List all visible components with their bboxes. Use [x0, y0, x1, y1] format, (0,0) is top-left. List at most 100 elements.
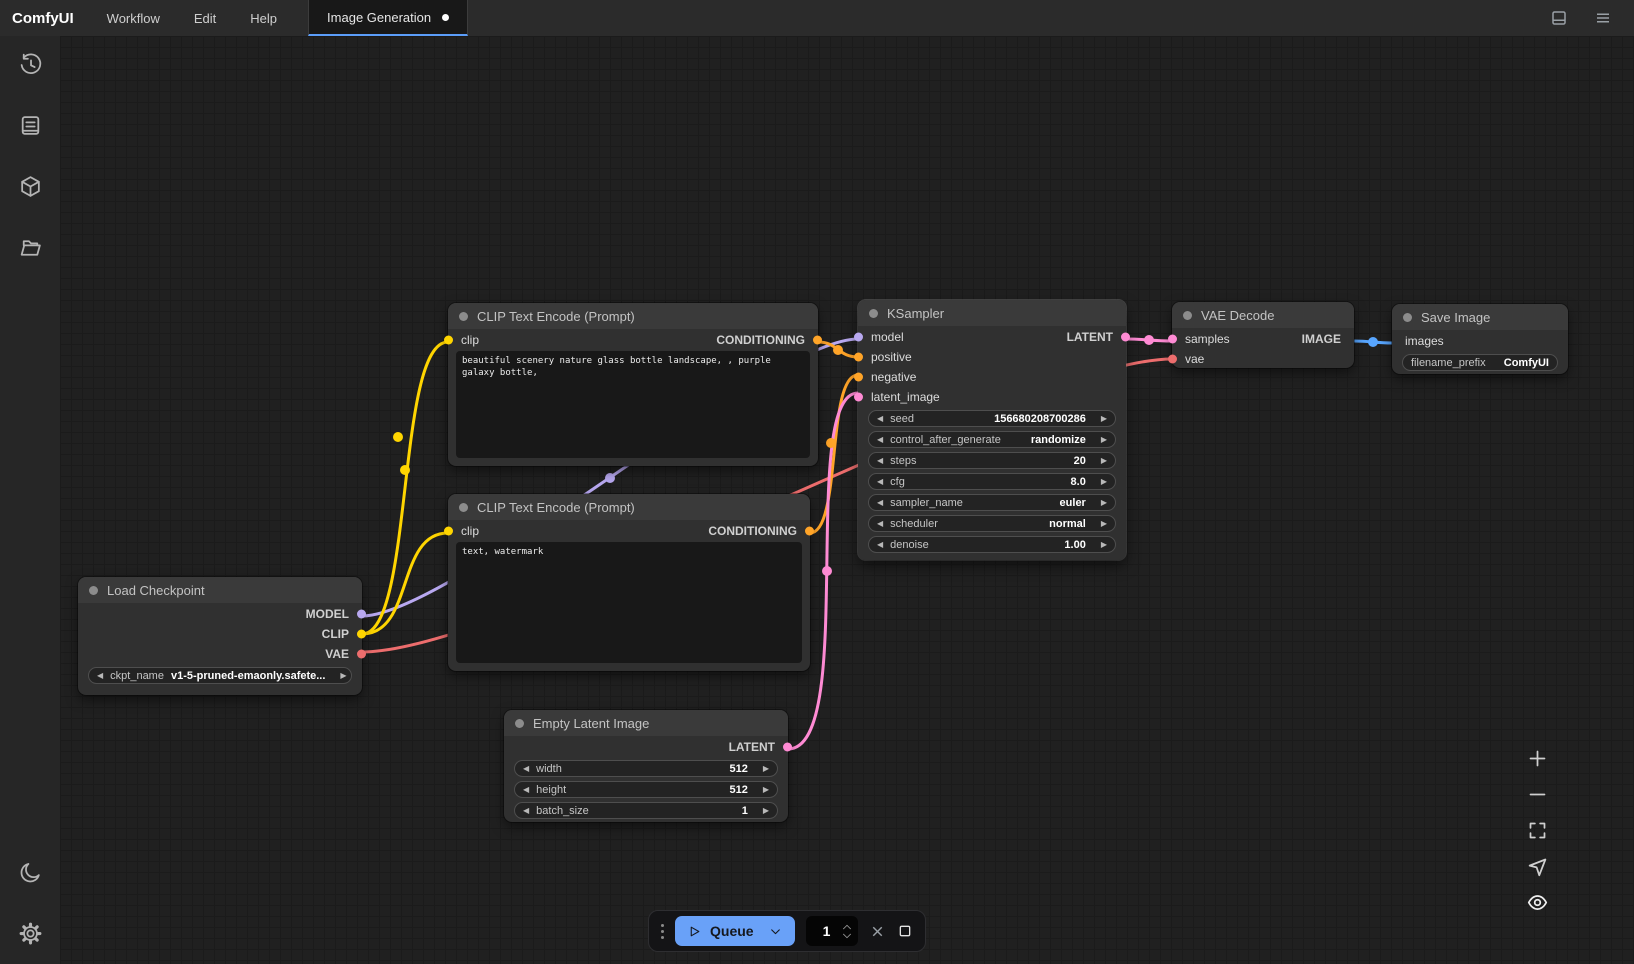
- decrement-arrow[interactable]: ◀: [877, 520, 883, 528]
- output-slot-latent[interactable]: [1121, 333, 1130, 342]
- queue-button[interactable]: Queue: [675, 916, 795, 946]
- input-slot-negative[interactable]: [854, 373, 863, 382]
- bottom-panel-icon[interactable]: [1550, 9, 1568, 27]
- menu-workflow[interactable]: Workflow: [90, 0, 177, 36]
- zoom-out-icon[interactable]: [1527, 784, 1548, 805]
- increment-arrow[interactable]: ▶: [763, 786, 769, 794]
- increment-arrow[interactable]: ▶: [1101, 478, 1107, 486]
- decrement-arrow[interactable]: ◀: [877, 499, 883, 507]
- theme-moon-icon[interactable]: [18, 860, 43, 885]
- increment-arrow[interactable]: ▶: [340, 672, 346, 680]
- node-save-image[interactable]: Save Image images filename_prefix ComfyU…: [1392, 304, 1568, 374]
- node-clip-text-encode-positive[interactable]: CLIP Text Encode (Prompt) clip CONDITION…: [448, 303, 818, 466]
- input-slot-latent-image[interactable]: [854, 393, 863, 402]
- increment-arrow[interactable]: ▶: [1101, 457, 1107, 465]
- increment-arrow[interactable]: ▶: [1101, 520, 1107, 528]
- collapse-dot[interactable]: [459, 503, 468, 512]
- node-library-cube-icon[interactable]: [18, 174, 43, 199]
- decrement-arrow[interactable]: ◀: [877, 541, 883, 549]
- step-up-icon[interactable]: [842, 924, 852, 930]
- node-load-checkpoint[interactable]: Load Checkpoint MODEL CLIP VAE ◀ ckpt_na…: [78, 577, 362, 695]
- fit-view-icon[interactable]: [1527, 820, 1548, 841]
- decrement-arrow[interactable]: ◀: [97, 672, 103, 680]
- input-slot-clip[interactable]: [444, 527, 453, 536]
- increment-arrow[interactable]: ▶: [763, 765, 769, 773]
- node-graph-canvas[interactable]: [60, 36, 1634, 964]
- widget-denoise[interactable]: ◀ denoise 1.00 ▶: [868, 536, 1116, 553]
- increment-arrow[interactable]: ▶: [1101, 499, 1107, 507]
- decrement-arrow[interactable]: ◀: [523, 807, 529, 815]
- widget-seed[interactable]: ◀ seed 156680208700286 ▶: [868, 410, 1116, 427]
- widget-width[interactable]: ◀ width 512 ▶: [514, 760, 778, 777]
- prompt-textarea[interactable]: text, watermark: [456, 542, 802, 663]
- widget-height[interactable]: ◀ height 512 ▶: [514, 781, 778, 798]
- increment-arrow[interactable]: ▶: [1101, 541, 1107, 549]
- decrement-arrow[interactable]: ◀: [877, 415, 883, 423]
- decrement-arrow[interactable]: ◀: [877, 457, 883, 465]
- settings-gear-icon[interactable]: [18, 921, 43, 946]
- chevron-down-icon[interactable]: [769, 925, 782, 938]
- widget-batch-size[interactable]: ◀ batch_size 1 ▶: [514, 802, 778, 819]
- collapse-dot[interactable]: [459, 312, 468, 321]
- collapse-dot[interactable]: [1183, 311, 1192, 320]
- step-down-icon[interactable]: [842, 933, 852, 939]
- node-header[interactable]: CLIP Text Encode (Prompt): [448, 303, 818, 329]
- decrement-arrow[interactable]: ◀: [523, 786, 529, 794]
- node-empty-latent-image[interactable]: Empty Latent Image LATENT ◀ width 512 ▶ …: [504, 710, 788, 822]
- collapse-dot[interactable]: [515, 719, 524, 728]
- increment-arrow[interactable]: ▶: [763, 807, 769, 815]
- queue-log-icon[interactable]: [18, 113, 43, 138]
- toggle-visibility-eye-icon[interactable]: [1527, 892, 1548, 913]
- menu-help[interactable]: Help: [233, 0, 294, 36]
- node-vae-decode[interactable]: VAE Decode samples IMAGE vae: [1172, 302, 1354, 368]
- input-slot-images[interactable]: [1388, 337, 1397, 346]
- menu-edit[interactable]: Edit: [177, 0, 233, 36]
- widget-cfg[interactable]: ◀ cfg 8.0 ▶: [868, 473, 1116, 490]
- zoom-in-icon[interactable]: [1527, 748, 1548, 769]
- output-slot-model[interactable]: [357, 610, 366, 619]
- increment-arrow[interactable]: ▶: [1101, 415, 1107, 423]
- decrement-arrow[interactable]: ◀: [523, 765, 529, 773]
- widget-ckpt-name[interactable]: ◀ ckpt_name v1-5-pruned-emaonly.safete..…: [88, 667, 352, 684]
- input-slot-samples[interactable]: [1168, 335, 1177, 344]
- widget-scheduler[interactable]: ◀ scheduler normal ▶: [868, 515, 1116, 532]
- output-slot-vae[interactable]: [357, 650, 366, 659]
- output-slot-latent[interactable]: [783, 743, 792, 752]
- stop-icon[interactable]: [897, 923, 913, 939]
- node-header[interactable]: VAE Decode: [1172, 302, 1354, 328]
- widget-filename-prefix[interactable]: filename_prefix ComfyUI: [1402, 354, 1558, 371]
- node-header[interactable]: Empty Latent Image: [504, 710, 788, 736]
- node-header[interactable]: Save Image: [1392, 304, 1568, 330]
- tab-image-generation[interactable]: Image Generation: [308, 0, 468, 36]
- prompt-textarea[interactable]: beautiful scenery nature glass bottle la…: [456, 351, 810, 458]
- increment-arrow[interactable]: ▶: [1101, 436, 1107, 444]
- input-slot-positive[interactable]: [854, 353, 863, 362]
- node-header[interactable]: CLIP Text Encode (Prompt): [448, 494, 810, 520]
- input-slot-vae[interactable]: [1168, 355, 1177, 364]
- decrement-arrow[interactable]: ◀: [877, 478, 883, 486]
- workflows-folder-icon[interactable]: [18, 235, 43, 260]
- node-header[interactable]: Load Checkpoint: [78, 577, 362, 603]
- output-slot-conditioning[interactable]: [813, 336, 822, 345]
- collapse-dot[interactable]: [89, 586, 98, 595]
- node-clip-text-encode-negative[interactable]: CLIP Text Encode (Prompt) clip CONDITION…: [448, 494, 810, 671]
- decrement-arrow[interactable]: ◀: [877, 436, 883, 444]
- batch-count-stepper[interactable]: 1: [806, 916, 858, 946]
- hamburger-menu-icon[interactable]: [1594, 9, 1612, 27]
- history-icon[interactable]: [18, 52, 43, 77]
- input-slot-clip[interactable]: [444, 336, 453, 345]
- widget-sampler-name[interactable]: ◀ sampler_name euler ▶: [868, 494, 1116, 511]
- node-header[interactable]: KSampler: [858, 300, 1126, 326]
- widget-steps[interactable]: ◀ steps 20 ▶: [868, 452, 1116, 469]
- output-slot-clip[interactable]: [357, 630, 366, 639]
- pan-navigate-icon[interactable]: [1527, 856, 1548, 877]
- drag-handle[interactable]: [661, 924, 664, 939]
- node-ksampler[interactable]: KSampler model LATENT positive negative …: [858, 300, 1126, 560]
- input-slot-model[interactable]: [854, 333, 863, 342]
- widget-control-after-generate[interactable]: ◀ control_after_generate randomize ▶: [868, 431, 1116, 448]
- collapse-dot[interactable]: [869, 309, 878, 318]
- output-slot-conditioning[interactable]: [805, 527, 814, 536]
- output-slot-image[interactable]: [1349, 335, 1358, 344]
- clear-queue-icon[interactable]: [869, 923, 886, 940]
- collapse-dot[interactable]: [1403, 313, 1412, 322]
